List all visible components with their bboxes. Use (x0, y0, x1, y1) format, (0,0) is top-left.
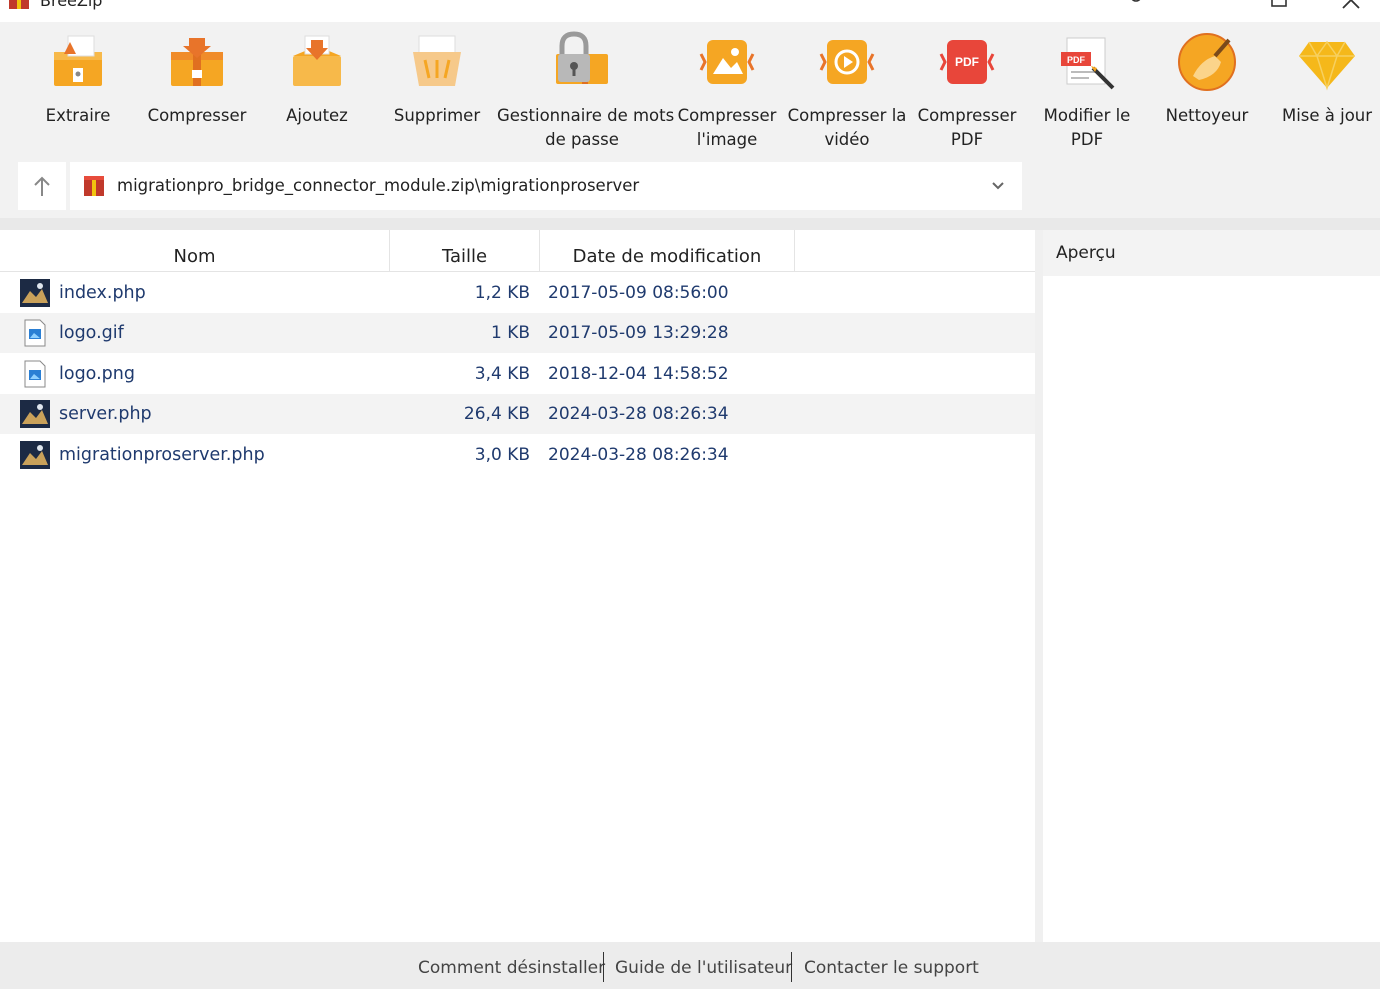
preview-pane: Aperçu (1043, 230, 1380, 942)
column-header-date[interactable]: Date de modification (540, 230, 794, 271)
file-row[interactable]: migrationproserver.php 3,0 KB 2024-03-28… (0, 435, 1035, 475)
file-name: server.php (59, 404, 152, 424)
file-row[interactable]: logo.gif 1 KB 2017-05-09 13:29:28 (0, 313, 1035, 353)
user-guide-link[interactable]: Guide de l'utilisateur (615, 958, 792, 978)
file-name: index.php (59, 283, 146, 303)
file-size: 1 KB (490, 323, 530, 343)
compress-video-label-line2: vidéo (824, 130, 870, 149)
php-file-icon (20, 400, 50, 428)
file-size: 3,4 KB (474, 364, 530, 384)
cleaner-label: Nettoyeur (1165, 106, 1249, 125)
file-row[interactable]: server.php 26,4 KB 2024-03-28 08:26:34 (0, 394, 1035, 434)
file-name: migrationproserver.php (59, 445, 265, 465)
image-file-icon (24, 319, 46, 347)
chevron-down-icon[interactable] (990, 178, 1006, 194)
compress-video-icon (819, 40, 875, 84)
extract-button[interactable]: Extraire (22, 22, 134, 160)
password-manager-button[interactable]: Gestionnaire de mots de passe (497, 22, 675, 160)
uninstall-link[interactable]: Comment désinstaller (418, 958, 605, 978)
extract-label: Extraire (45, 106, 111, 125)
php-file-icon (20, 441, 50, 469)
edit-pdf-badge: PDF (1067, 55, 1086, 65)
compress-pdf-button[interactable]: PDF Compresser PDF (917, 22, 1017, 160)
path-dropdown[interactable]: migrationpro_bridge_connector_module.zip… (70, 162, 1022, 210)
password-manager-label-line2: de passe (545, 130, 619, 149)
compress-pdf-label-line2: PDF (950, 130, 984, 149)
file-date: 2017-05-09 08:56:00 (548, 283, 729, 303)
pane-splitter[interactable] (1035, 230, 1043, 942)
close-icon[interactable] (1340, 0, 1364, 12)
file-name: logo.gif (59, 323, 124, 343)
footer-divider (791, 952, 792, 982)
compress-image-label-line2: l'image (696, 130, 758, 149)
delete-button[interactable]: Supprimer (382, 22, 492, 160)
compress-video-label: Compresser la (787, 106, 907, 125)
file-size: 3,0 KB (474, 445, 530, 465)
column-headers: Nom Taille Date de modification (0, 230, 1035, 272)
window-title: BreeZip (40, 0, 103, 10)
file-size: 26,4 KB (463, 404, 530, 424)
image-file-icon (24, 360, 46, 388)
contact-support-link[interactable]: Contacter le support (804, 958, 979, 978)
compress-button[interactable]: Compresser (142, 22, 252, 160)
compress-pdf-icon: PDF (939, 40, 995, 84)
file-list: Nom Taille Date de modification index.ph… (0, 230, 1035, 942)
compress-pdf-badge: PDF (955, 55, 979, 69)
upgrade-label: Mise à jour (1281, 106, 1373, 125)
cleaner-icon (1178, 33, 1236, 91)
delete-icon (413, 35, 461, 86)
compress-image-label: Compresser (677, 106, 777, 125)
extract-icon (54, 35, 102, 86)
column-header-size[interactable]: Taille (390, 230, 539, 271)
settings-gear-icon[interactable] (1124, 0, 1148, 12)
edit-pdf-label-line2: PDF (1070, 130, 1104, 149)
footer-bar: Comment désinstaller Guide de l'utilisat… (0, 942, 1380, 989)
file-row[interactable]: index.php 1,2 KB 2017-05-09 08:56:00 (0, 273, 1035, 313)
preview-title: Aperçu (1056, 243, 1116, 263)
file-name: logo.png (59, 364, 135, 384)
up-folder-button[interactable] (18, 162, 66, 210)
add-label: Ajoutez (286, 106, 348, 125)
compress-image-button[interactable]: Compresser l'image (677, 22, 777, 160)
file-size: 1,2 KB (474, 283, 530, 303)
column-header-name[interactable]: Nom (0, 230, 389, 271)
file-date: 2024-03-28 08:26:34 (548, 404, 729, 424)
zip-archive-icon (84, 176, 104, 196)
file-date: 2024-03-28 08:26:34 (548, 445, 729, 465)
compress-icon (171, 38, 223, 86)
cleaner-button[interactable]: Nettoyeur (1157, 22, 1257, 160)
separator-band (0, 218, 1380, 230)
preview-header: Aperçu (1043, 230, 1380, 276)
edit-pdf-button[interactable]: PDF Modifier le PDF (1037, 22, 1137, 160)
arrow-up-icon (34, 176, 50, 196)
file-date: 2017-05-09 13:29:28 (548, 323, 729, 343)
file-row[interactable]: logo.png 3,4 KB 2018-12-04 14:58:52 (0, 354, 1035, 394)
compress-video-button[interactable]: Compresser la vidéo (787, 22, 907, 160)
app-logo-icon (9, 0, 29, 9)
path-text: migrationpro_bridge_connector_module.zip… (117, 176, 640, 195)
edit-pdf-icon: PDF (1061, 37, 1115, 90)
password-manager-icon (556, 31, 608, 84)
password-manager-label: Gestionnaire de mots (497, 106, 675, 125)
toolbar: Extraire Compresser Ajoutez Supprimer Ge… (0, 22, 1380, 160)
title-bar: BreeZip (0, 0, 1380, 22)
compress-image-icon (699, 40, 755, 84)
column-divider[interactable] (794, 230, 795, 271)
compress-label: Compresser (147, 106, 247, 125)
footer-divider (603, 952, 604, 982)
delete-label: Supprimer (393, 106, 481, 125)
upgrade-button[interactable]: Mise à jour (1275, 22, 1379, 160)
maximize-icon[interactable] (1268, 0, 1292, 12)
file-date: 2018-12-04 14:58:52 (548, 364, 729, 384)
php-file-icon (20, 279, 50, 307)
upgrade-icon (1299, 40, 1355, 91)
add-button[interactable]: Ajoutez (262, 22, 372, 160)
compress-pdf-label: Compresser (917, 106, 1017, 125)
edit-pdf-label: Modifier le (1043, 106, 1131, 125)
add-icon (293, 35, 341, 86)
